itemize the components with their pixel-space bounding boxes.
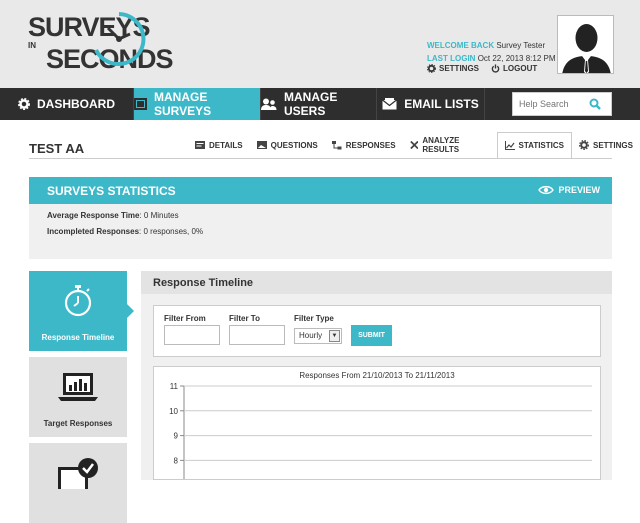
preview-label: PREVIEW — [558, 185, 600, 195]
incomplete-row: Incompleted Responses: 0 responses, 0% — [47, 227, 203, 236]
filter-to-input[interactable] — [229, 325, 285, 345]
email-icon — [382, 98, 398, 110]
y-tick-label: 10 — [169, 407, 178, 416]
y-tick-label: 8 — [174, 456, 179, 465]
user-name: Survey Tester — [496, 41, 546, 50]
nav-manage-users-label: MANAGE USERS — [284, 90, 338, 118]
brand-in: IN — [28, 41, 36, 50]
nav-email-lists-label: EMAIL LISTS — [404, 97, 479, 111]
details-icon — [195, 141, 205, 149]
side-item-target-responses-label: Target Responses — [43, 419, 113, 428]
filter-type-value: Hourly — [299, 331, 323, 340]
stats-header: SURVEYS STATISTICS PREVIEW — [29, 177, 612, 204]
search-icon[interactable] — [589, 98, 601, 110]
incomplete-label: Incompleted Responses — [47, 227, 140, 236]
timeline-title: Response Timeline — [153, 277, 254, 289]
gear-icon — [578, 140, 589, 150]
response-chart: Responses From 21/10/2013 To 21/11/2013 … — [153, 366, 601, 480]
nav-manage-surveys-label: MANAGE SURVEYS — [154, 90, 212, 118]
side-item-response-timeline-label: Response Timeline — [41, 333, 115, 342]
brand-logo[interactable]: SURVEYS IN SECONDS — [28, 12, 174, 76]
filter-type-label: Filter Type — [294, 314, 334, 323]
side-item-completion[interactable] — [29, 443, 127, 523]
user-silhouette-icon — [562, 24, 611, 73]
monitor-chart-icon — [58, 373, 98, 401]
questions-icon — [256, 141, 267, 149]
welcome-label: WELCOME BACK — [427, 41, 495, 50]
filter-to-label: Filter To — [229, 314, 260, 323]
tab-responses[interactable]: RESPONSES — [325, 132, 403, 158]
main-nav: DASHBOARD MANAGE SURVEYS MANAGE USERS EM… — [0, 88, 640, 120]
nav-manage-users[interactable]: MANAGE USERS — [261, 88, 377, 120]
tab-statistics-label: STATISTICS — [518, 141, 564, 150]
help-search-input[interactable] — [513, 99, 589, 109]
gear-icon — [18, 98, 30, 110]
welcome-block: WELCOME BACK Survey Tester LAST LOGIN Oc… — [427, 39, 556, 65]
tab-settings-label: SETTINGS — [592, 140, 633, 150]
gear-icon — [427, 64, 436, 73]
side-item-response-timeline[interactable]: Response Timeline — [29, 271, 127, 351]
survey-icon — [134, 98, 147, 110]
nav-dashboard-label: DASHBOARD — [37, 97, 115, 111]
tab-details[interactable]: DETAILS — [188, 132, 250, 158]
power-icon — [491, 64, 500, 73]
tab-responses-label: RESPONSES — [345, 140, 396, 150]
nav-manage-surveys[interactable]: MANAGE SURVEYS — [134, 88, 261, 120]
page-title: TEST AA — [29, 141, 85, 156]
stopwatch-icon — [64, 285, 92, 317]
tools-icon — [409, 140, 419, 150]
users-icon — [261, 98, 277, 110]
header: SURVEYS IN SECONDS WELCOME BACK Survey T… — [0, 0, 640, 88]
avatar[interactable] — [557, 15, 614, 74]
nav-dashboard[interactable]: DASHBOARD — [0, 88, 134, 120]
submit-button[interactable]: SUBMIT — [351, 325, 392, 346]
tab-analyze-results[interactable]: ANALYZE RESULTS — [403, 132, 497, 158]
eye-icon — [538, 185, 555, 195]
stats-body: Average Response Time: 0 Minutes Incompl… — [29, 204, 612, 259]
monitor-check-icon — [58, 458, 98, 489]
nav-email-lists[interactable]: EMAIL LISTS — [377, 88, 485, 120]
tab-settings[interactable]: SETTINGS — [572, 132, 640, 158]
tab-details-label: DETAILS — [209, 140, 243, 150]
logout-label: LOGOUT — [503, 64, 538, 73]
filter-panel: Filter From Filter To Filter Type Hourly… — [153, 305, 601, 357]
clock-icon — [94, 12, 146, 66]
timeline-header: Response Timeline — [141, 271, 612, 294]
header-settings-label: SETTINGS — [439, 64, 480, 73]
responses-icon — [331, 140, 342, 149]
preview-button[interactable]: PREVIEW — [538, 185, 600, 195]
filter-from-input[interactable] — [164, 325, 220, 345]
user-links: SETTINGS LOGOUT — [427, 64, 537, 73]
avg-response-row: Average Response Time: 0 Minutes — [47, 211, 179, 220]
filter-from-label: Filter From — [164, 314, 206, 323]
avg-response-label: Average Response Time — [47, 211, 140, 220]
chart-plot: 11 10 9 8 — [169, 382, 592, 479]
tab-analyze-results-label: ANALYZE RESULTS — [422, 136, 460, 154]
survey-tabs: DETAILS QUESTIONS RESPONSES ANALYZE RESU… — [188, 132, 640, 159]
logout-link[interactable]: LOGOUT — [491, 64, 537, 73]
side-item-target-responses[interactable]: Target Responses — [29, 357, 127, 437]
title-divider — [29, 158, 612, 159]
last-login-label: LAST LOGIN — [427, 54, 476, 63]
header-settings-link[interactable]: SETTINGS — [427, 64, 479, 73]
filter-type-select[interactable]: Hourly ▼ — [294, 328, 342, 344]
y-tick-label: 11 — [170, 382, 179, 391]
tab-statistics[interactable]: STATISTICS — [496, 132, 572, 159]
chevron-down-icon: ▼ — [329, 330, 340, 342]
side-active-arrow — [127, 304, 134, 318]
y-tick-label: 9 — [174, 432, 179, 441]
avg-response-value: : 0 Minutes — [139, 211, 179, 220]
chart-icon — [504, 141, 515, 150]
stats-title: SURVEYS STATISTICS — [47, 184, 176, 198]
last-login-value: Oct 22, 2013 8:12 PM — [477, 54, 556, 63]
tab-questions-label: QUESTIONS — [270, 140, 318, 150]
help-search — [512, 92, 612, 116]
incomplete-value: : 0 responses, 0% — [139, 227, 204, 236]
tab-questions[interactable]: QUESTIONS — [250, 132, 325, 158]
